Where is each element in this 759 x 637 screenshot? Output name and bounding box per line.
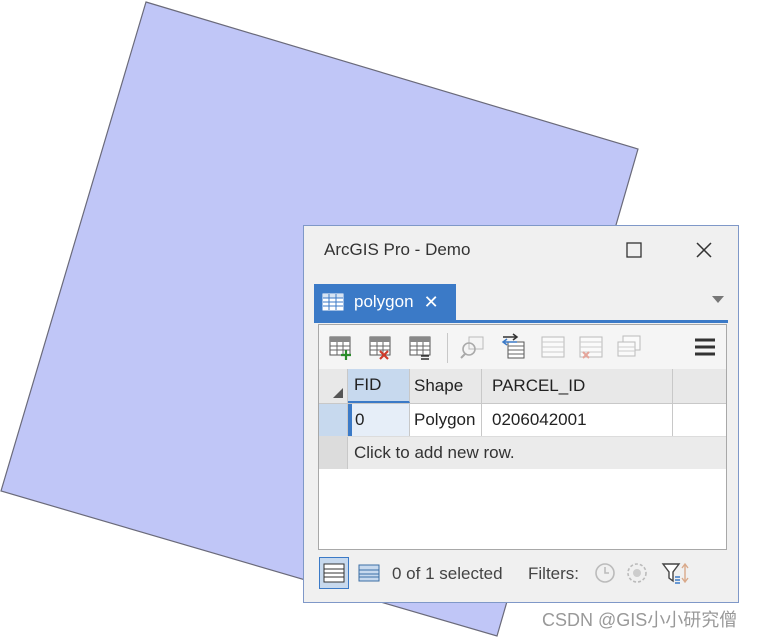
filter-icon bbox=[661, 562, 689, 584]
tab-polygon[interactable]: polygon ✕ bbox=[314, 284, 456, 320]
table-row[interactable]: 0 Polygon 0206042001 bbox=[319, 404, 726, 437]
switch-selection-icon bbox=[501, 333, 525, 359]
range-icon bbox=[627, 563, 647, 583]
select-all-icon bbox=[541, 336, 565, 358]
show-selected-records-button[interactable] bbox=[354, 557, 384, 589]
select-all-corner[interactable] bbox=[319, 369, 348, 403]
maximize-icon bbox=[626, 242, 642, 258]
toolbar-separator bbox=[447, 333, 448, 363]
switch-selection-button[interactable] bbox=[499, 333, 527, 361]
selected-records-icon bbox=[358, 564, 380, 582]
calculate-field-icon bbox=[409, 336, 431, 360]
maximize-button[interactable] bbox=[612, 232, 656, 268]
close-window-button[interactable] bbox=[682, 232, 726, 268]
column-header-empty bbox=[673, 369, 726, 403]
column-header-parcel-id[interactable]: PARCEL_ID bbox=[482, 369, 673, 403]
time-filter-button[interactable] bbox=[590, 557, 620, 589]
close-icon bbox=[696, 242, 712, 258]
add-new-row[interactable]: Click to add new row. bbox=[319, 437, 726, 469]
column-header-shape[interactable]: Shape bbox=[410, 369, 482, 403]
table-icon bbox=[322, 293, 344, 311]
cell-fid[interactable]: 0 bbox=[348, 404, 410, 436]
menu-icon[interactable] bbox=[694, 337, 716, 357]
filters-label: Filters: bbox=[528, 564, 579, 583]
add-new-row-label: Click to add new row. bbox=[354, 443, 515, 462]
delete-selected-button[interactable] bbox=[615, 333, 643, 361]
show-all-records-button[interactable] bbox=[319, 557, 349, 589]
clear-selection-icon bbox=[579, 336, 603, 359]
zoom-to-icon bbox=[460, 336, 484, 359]
selection-count: 0 of 1 selected bbox=[392, 564, 503, 583]
all-records-icon bbox=[323, 563, 345, 583]
attribute-table-window[interactable]: ArcGIS Pro - Demo polygon ✕ FID Shape PA… bbox=[303, 225, 739, 603]
cell-empty bbox=[673, 404, 726, 436]
cell-parcel-id[interactable]: 0206042001 bbox=[482, 404, 673, 436]
table-toolbar bbox=[319, 325, 726, 370]
tab-bar: polygon ✕ bbox=[314, 284, 728, 323]
row-selector[interactable] bbox=[319, 404, 348, 436]
tab-label: polygon bbox=[354, 292, 414, 311]
status-bar: 0 of 1 selected Filters: bbox=[318, 556, 727, 592]
delete-field-icon bbox=[369, 336, 391, 360]
window-title: ArcGIS Pro - Demo bbox=[324, 240, 471, 259]
add-field-button[interactable] bbox=[327, 333, 355, 361]
table-header-row: FID Shape PARCEL_ID bbox=[319, 369, 726, 404]
clear-selection-button[interactable] bbox=[577, 333, 605, 361]
new-row-selector bbox=[319, 437, 348, 469]
zoom-to-button[interactable] bbox=[459, 333, 487, 361]
hamburger-icon bbox=[695, 338, 715, 356]
watermark: CSDN @GIS小小研究僧 bbox=[542, 610, 738, 630]
calculate-field-button[interactable] bbox=[407, 333, 435, 361]
add-field-icon bbox=[329, 336, 351, 360]
column-header-fid[interactable]: FID bbox=[348, 369, 410, 403]
delete-field-button[interactable] bbox=[367, 333, 395, 361]
select-all-button[interactable] bbox=[539, 333, 567, 361]
delete-selected-icon bbox=[617, 335, 641, 357]
table-panel: FID Shape PARCEL_ID 0 Polygon 0206042001… bbox=[318, 324, 727, 550]
title-bar[interactable]: ArcGIS Pro - Demo bbox=[304, 226, 738, 276]
filter-button[interactable] bbox=[658, 557, 694, 589]
tab-close-icon[interactable]: ✕ bbox=[424, 293, 439, 311]
cell-shape[interactable]: Polygon bbox=[410, 404, 482, 436]
tab-dropdown-icon[interactable] bbox=[712, 296, 724, 303]
range-filter-button[interactable] bbox=[622, 557, 652, 589]
clock-icon bbox=[595, 563, 615, 583]
